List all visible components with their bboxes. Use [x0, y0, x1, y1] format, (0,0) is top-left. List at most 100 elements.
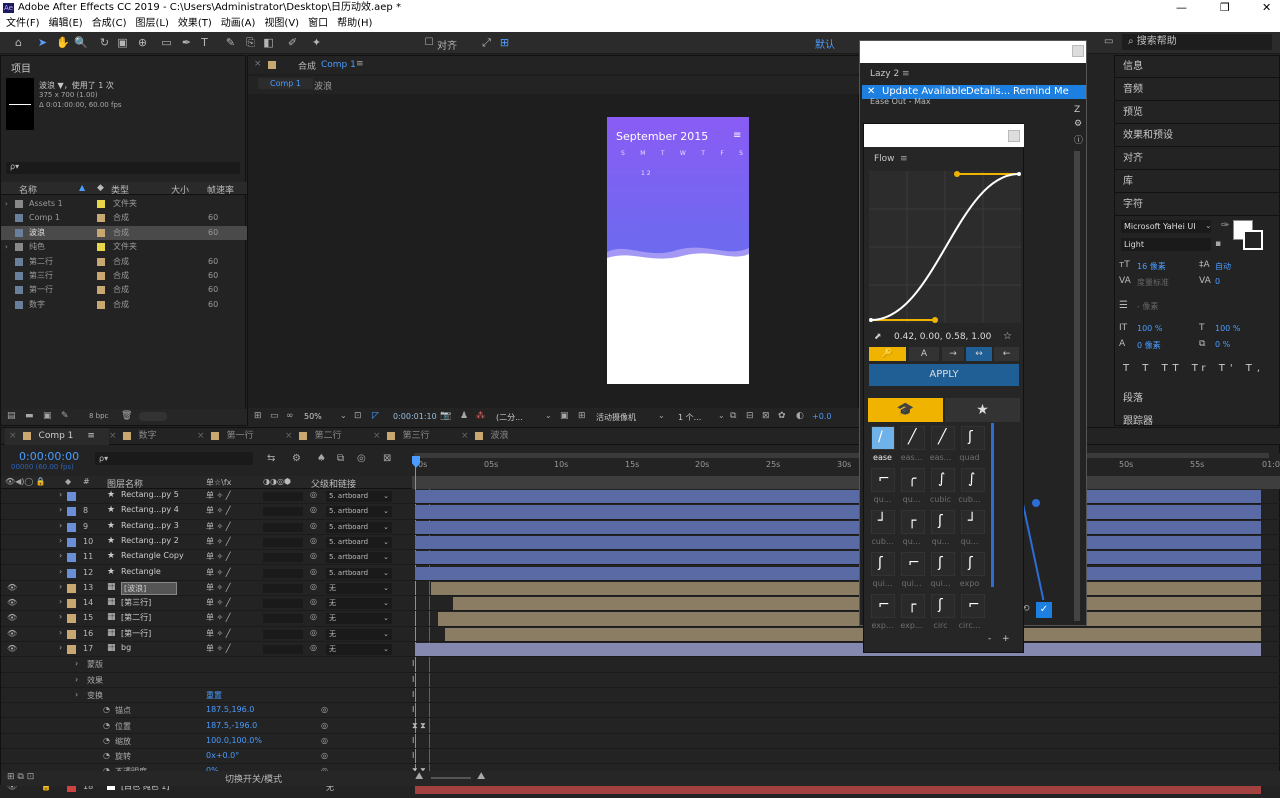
camera-tool-icon[interactable]: ▣ — [116, 36, 129, 49]
minimize-icon[interactable]: — — [1176, 0, 1187, 16]
easing-preset-icon[interactable]: ┌ — [901, 594, 925, 618]
layer-name[interactable]: Rectangle Copy — [121, 551, 184, 560]
pen-tool-icon[interactable]: ✒ — [180, 36, 193, 49]
stroke-color-swatch[interactable] — [1243, 230, 1263, 250]
always-preview-icon[interactable]: ⊞ — [254, 411, 262, 421]
new-folder-icon[interactable]: ▬ — [25, 411, 34, 421]
timeline-timecode[interactable]: 0:00:00:00 — [19, 450, 79, 463]
menu-file[interactable]: 文件(F) — [6, 16, 40, 32]
expand-chevron-icon[interactable]: › — [59, 643, 62, 652]
lazy-confirm-button[interactable]: ✓ — [1036, 602, 1052, 618]
layer-modes[interactable] — [263, 553, 303, 563]
property-row[interactable]: ◔ 旋转 0x+0.0° ◎ I — [1, 749, 1280, 765]
expression-pickwhip-icon[interactable]: ◎ — [321, 736, 328, 745]
label-column-icon[interactable]: ◆ — [97, 183, 104, 193]
update-remind-link[interactable]: Remind Me — [1013, 85, 1069, 99]
camera-chevron-icon[interactable]: ⌄ — [658, 411, 665, 420]
fast-preview-icon[interactable]: ✿ — [778, 411, 786, 421]
easing-preset-icon[interactable]: ʃ — [931, 552, 955, 576]
easing-preset-icon[interactable]: ╭ — [901, 468, 925, 492]
visibility-icon[interactable]: 👁 — [7, 598, 17, 607]
roto-tool-icon[interactable]: ✐ — [286, 36, 299, 49]
project-item[interactable]: › 纯色 文件夹 — [1, 240, 247, 254]
visibility-icon[interactable]: 👁 — [7, 613, 17, 622]
easing-preset-icon[interactable]: ⌐ — [871, 594, 895, 618]
keyframe-marker[interactable]: I — [412, 705, 414, 714]
keyframe-marker[interactable]: I — [412, 659, 414, 668]
hand-tool-icon[interactable]: ✋ — [56, 36, 70, 49]
layer-switches[interactable]: 单 ✧ ╱ — [206, 505, 231, 516]
ease-in-button[interactable]: → — [942, 347, 964, 361]
stroke-width-value[interactable]: - 像素 — [1137, 301, 1158, 312]
layer-switches[interactable]: 单 ✧ ╱ — [206, 597, 231, 608]
roi-icon[interactable]: ◸ — [372, 411, 379, 421]
layer-row[interactable]: 👁 › 13 ▦ [波浪] 单 ✧ ╱ ◎ 无 ⌄ — [1, 581, 1280, 597]
av-features-icon[interactable]: 👁◀)◯ 🔒 — [5, 477, 46, 486]
project-search-input[interactable]: ρ▾ — [6, 162, 240, 174]
menu-view[interactable]: 视图(V) — [264, 16, 299, 32]
layer-duration-bar[interactable] — [445, 627, 1261, 641]
layer-switches[interactable]: 单 ✧ ╱ — [206, 536, 231, 547]
property-value[interactable]: 0x+0.0° — [206, 751, 239, 760]
expand-chevron-icon[interactable]: › — [59, 521, 62, 530]
project-item[interactable]: › Assets 1 文件夹 — [1, 197, 247, 211]
flow-scrollbar[interactable] — [991, 423, 994, 587]
update-details-link[interactable]: Details... — [966, 85, 1010, 99]
show-snapshot-icon[interactable]: ♟ — [460, 411, 468, 421]
expand-chevron-icon[interactable]: › — [59, 628, 62, 637]
pickwhip-icon[interactable]: ◎ — [310, 567, 317, 576]
layer-row[interactable]: › 11 ★ Rectangle Copy 单 ✧ ╱ ◎ 5. artboar… — [1, 550, 1280, 566]
flow-zoom-plus[interactable]: + — [1002, 634, 1010, 644]
layer-duration-bar[interactable] — [415, 566, 1261, 580]
pan-behind-icon[interactable]: ⊕ — [136, 36, 149, 49]
shy-icon[interactable]: ♠ — [317, 453, 326, 464]
property-row[interactable]: ◔ 锚点 187.5,196.0 ◎ I — [1, 703, 1280, 719]
bezier-point-1[interactable] — [932, 317, 938, 323]
parent-select[interactable]: 5. artboard ⌄ — [326, 552, 392, 564]
tracker-panel-title[interactable]: 跟踪器 — [1123, 412, 1153, 427]
layer-label-color[interactable] — [67, 553, 76, 563]
easing-preset-icon[interactable]: / — [871, 426, 895, 450]
presets-tab-icon[interactable]: 🎓 — [868, 398, 943, 422]
easing-preset-icon[interactable]: ⌐ — [901, 552, 925, 576]
motion-blur-icon[interactable]: ◎ — [357, 453, 366, 464]
bezier-point-2[interactable] — [954, 171, 960, 177]
flow-zoom-minus[interactable]: - — [988, 634, 991, 644]
render-icon[interactable]: ⧉ — [730, 411, 736, 421]
parent-select[interactable]: 5. artboard ⌄ — [326, 491, 392, 502]
selection-tool-icon[interactable]: ➤ — [36, 36, 49, 49]
project-item[interactable]: Comp 1 合成 60 — [1, 211, 247, 225]
layer-label-color[interactable] — [67, 629, 76, 639]
expand-chevron-icon[interactable]: › — [59, 536, 62, 545]
col-name[interactable]: 名称 — [19, 183, 37, 196]
zoom-chevron-icon[interactable]: ⌄ — [340, 411, 347, 420]
col-fps[interactable]: 帧速率 — [207, 183, 234, 196]
timeline-tab[interactable]: × Comp 1 ≡ — [5, 428, 109, 445]
layer-modes[interactable] — [263, 492, 303, 501]
layer-label-color[interactable] — [67, 645, 76, 654]
col-modes-icon[interactable]: ◑◑◎⬢ — [263, 477, 291, 486]
snap-options-icon[interactable]: ⊞ — [498, 36, 511, 49]
project-item[interactable]: 第三行 合成 60 — [1, 269, 247, 283]
layer-switches[interactable]: 单 ✧ ╱ — [206, 490, 231, 501]
camera-select[interactable]: 活动摄像机 — [596, 412, 636, 423]
menu-effect[interactable]: 效果(T) — [178, 16, 212, 32]
vertical-scale-value[interactable]: 100 % — [1137, 324, 1162, 333]
views-select[interactable]: 1 个... — [678, 412, 701, 423]
expand-chevron-icon[interactable]: › — [59, 490, 62, 499]
brush-tool-icon[interactable]: ✎ — [224, 36, 237, 49]
layer-label-color[interactable] — [67, 599, 76, 609]
pickwhip-icon[interactable]: ◎ — [310, 612, 317, 621]
layer-row[interactable]: 👁 › 15 ▦ [第二行] 单 ✧ ╱ ◎ 无 ⌄ — [1, 611, 1280, 627]
expand-chevron-icon[interactable]: › — [59, 551, 62, 560]
comp-tab-link[interactable]: Comp 1 — [321, 60, 356, 70]
resolution-chevron-icon[interactable]: ⌄ — [545, 411, 552, 420]
col-type[interactable]: 类型 — [111, 183, 129, 196]
layer-modes[interactable] — [263, 522, 303, 532]
lazy-info-icon[interactable]: ⓘ — [1074, 133, 1083, 146]
parent-select[interactable]: 无 ⌄ — [326, 582, 392, 594]
layer-modes[interactable] — [263, 583, 303, 593]
lazy-close-icon[interactable] — [1072, 45, 1084, 57]
close-icon[interactable]: ✕ — [1262, 0, 1271, 16]
easing-preset-icon[interactable]: ʃ — [961, 426, 985, 450]
